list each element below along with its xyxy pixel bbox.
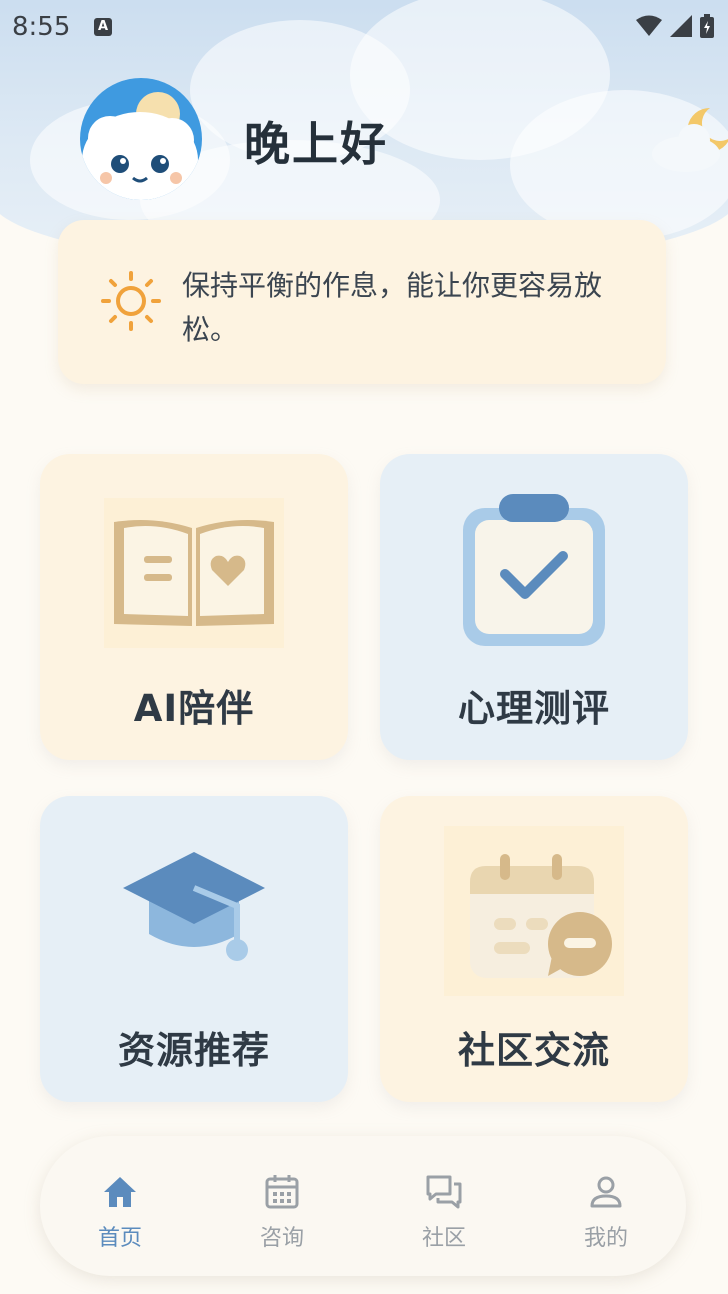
feature-label: AI陪伴 [133,687,255,730]
wifi-icon [636,15,662,36]
nav-label: 咨询 [259,1226,304,1251]
user-icon [590,1176,622,1208]
nav-label: 社区 [421,1226,466,1251]
greeting-title: 晚上好 [244,117,388,171]
nav-label: 首页 [97,1226,142,1251]
feature-label: 资源推荐 [118,1029,270,1072]
tip-text: 保持平衡的作息，能让你更容易放松。 [182,269,603,346]
bottom-navigation: 首页 咨询 社区 我的 [40,1136,686,1276]
notification-icon: A [94,18,112,36]
cloud-mascot-icon [80,78,202,200]
calendar-icon [265,1175,299,1209]
nav-item-profile[interactable]: 我的 [546,1172,666,1252]
home-icon [104,1177,136,1207]
feature-label: 社区交流 [458,1029,610,1072]
nav-item-community[interactable]: 社区 [384,1172,504,1252]
calendar-chat-icon [444,826,624,996]
clipboard-check-icon [463,494,605,646]
nav-item-home[interactable]: 首页 [60,1172,180,1252]
feature-psych-assessment[interactable]: 心理测评 [380,454,688,760]
moon-cloud-icon [652,107,728,172]
signal-icon [670,15,692,37]
feature-ai-companion[interactable]: AI陪伴 [40,454,348,760]
chat-icon [426,1175,462,1209]
graduation-cap-icon [123,852,265,961]
nav-item-consult[interactable]: 咨询 [222,1172,342,1252]
status-time: 8:55 [12,12,71,42]
feature-community[interactable]: 社区交流 [380,796,688,1102]
avatar[interactable] [80,78,202,200]
book-heart-icon [104,498,284,648]
nav-label: 我的 [583,1226,628,1251]
battery-icon [700,14,714,38]
tip-card: 保持平衡的作息，能让你更容易放松。 [58,220,666,384]
sun-icon [101,271,161,331]
feature-resource-recommendation[interactable]: 资源推荐 [40,796,348,1102]
status-bar: 8:55 A [0,0,728,52]
status-indicators [636,14,714,38]
feature-label: 心理测评 [458,687,610,730]
